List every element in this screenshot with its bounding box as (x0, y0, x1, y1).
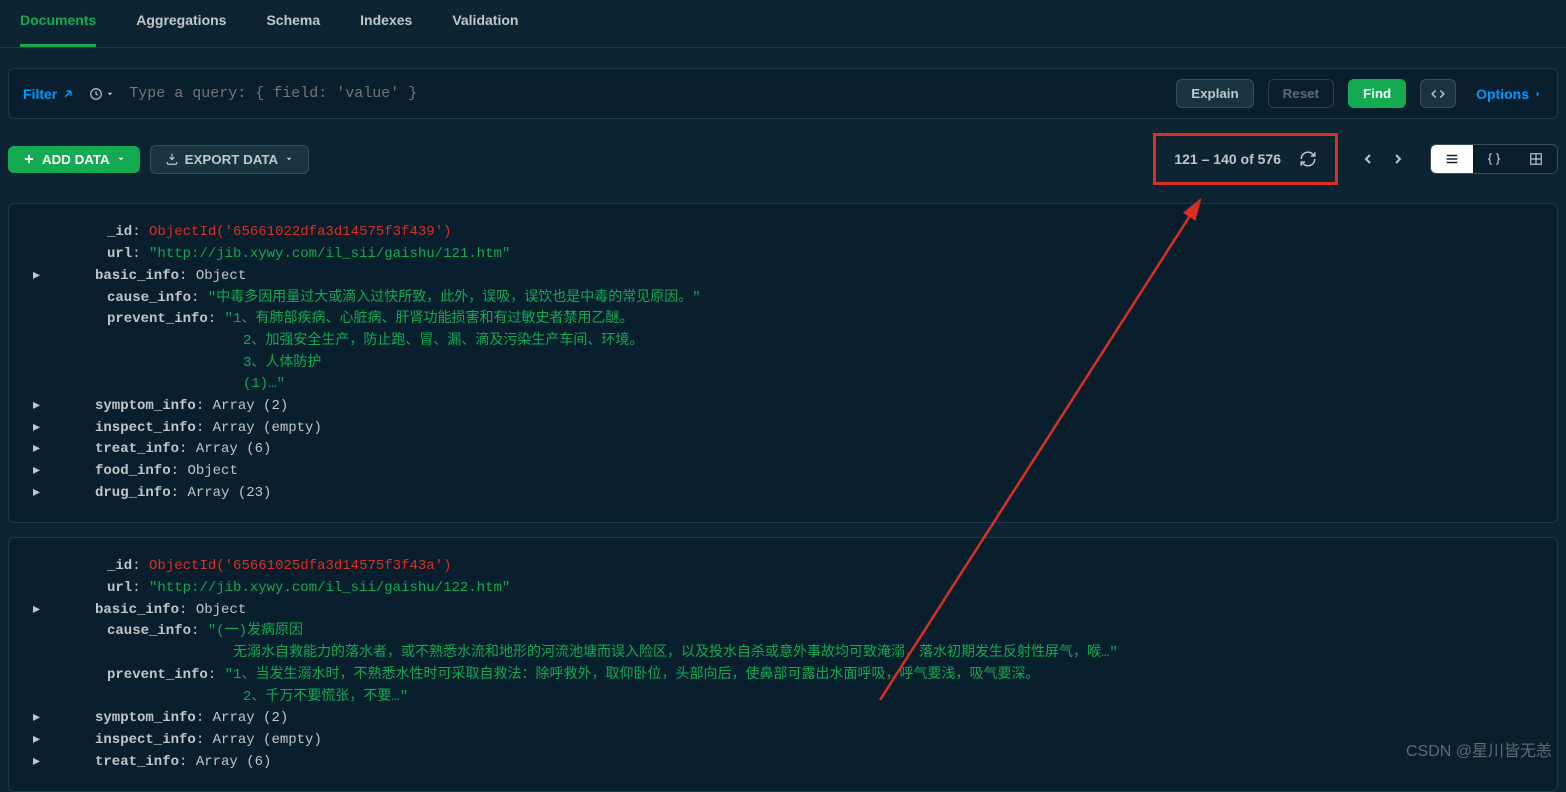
options-label: Options (1476, 86, 1529, 102)
pagination-text: 121 – 140 of 576 (1174, 151, 1281, 167)
field-value-cont: 2、加强安全生产，防止跑、冒、漏、滴及污染生产车间、环境。 (33, 331, 1533, 353)
field-type: Array (2) (213, 396, 289, 418)
expand-caret[interactable]: ▸ (33, 266, 45, 288)
field-value-cont: (1)…" (33, 374, 1533, 396)
tab-indexes[interactable]: Indexes (360, 12, 412, 47)
field-value-cont: 无溺水自救能力的落水者，或不熟悉水流和地形的河流池塘而误入险区，以及投水自杀或意… (33, 643, 1533, 665)
pagination-box: 121 – 140 of 576 (1153, 133, 1338, 185)
expand-caret[interactable]: ▸ (33, 600, 45, 622)
plus-icon (22, 152, 36, 166)
tab-validation[interactable]: Validation (452, 12, 518, 47)
chevron-right-icon (1533, 89, 1543, 99)
documents-toolbar: ADD DATA EXPORT DATA 121 – 140 of 576 (0, 119, 1566, 199)
field-type: Array (23) (187, 483, 271, 505)
export-data-label: EXPORT DATA (185, 152, 279, 167)
field-value: "(一)发病原因 (208, 621, 303, 643)
field-key: treat_info (95, 439, 179, 461)
objectid-value: ObjectId('65661022dfa3d14575f3f439') (149, 222, 451, 244)
field-key: symptom_info (95, 708, 196, 730)
field-value-cont: 3、人体防护 (33, 353, 1533, 375)
chevron-down-icon (116, 154, 126, 164)
field-value: "1、有肺部疾病、心脏病、肝肾功能损害和有过敏史者禁用乙醚。 (225, 309, 634, 331)
view-json-button[interactable] (1473, 145, 1515, 173)
filter-link[interactable]: Filter (23, 86, 75, 102)
view-toggle (1430, 144, 1558, 174)
field-type: Array (6) (196, 752, 272, 774)
expand-caret[interactable]: ▸ (33, 730, 45, 752)
export-data-button[interactable]: EXPORT DATA (150, 145, 310, 174)
find-button[interactable]: Find (1348, 79, 1406, 108)
collection-tabs: Documents Aggregations Schema Indexes Va… (0, 0, 1566, 48)
field-key: food_info (95, 461, 171, 483)
field-key: url (107, 578, 132, 600)
field-key: basic_info (95, 266, 179, 288)
expand-caret[interactable]: ▸ (33, 708, 45, 730)
history-dropdown[interactable] (89, 87, 115, 101)
external-link-icon (61, 87, 75, 101)
add-data-button[interactable]: ADD DATA (8, 146, 140, 173)
field-key: treat_info (95, 752, 179, 774)
tab-schema[interactable]: Schema (266, 12, 320, 47)
next-page-icon[interactable] (1390, 151, 1406, 167)
expand-caret[interactable]: ▸ (33, 396, 45, 418)
field-key: _id (107, 222, 132, 244)
braces-icon (1487, 152, 1501, 166)
filter-label: Filter (23, 86, 57, 102)
chevron-down-icon (284, 154, 294, 164)
field-value: "1、当发生溺水时，不熟悉水性时可采取自救法：除呼救外，取仰卧位，头部向后，使鼻… (225, 665, 1040, 687)
code-toggle-button[interactable] (1420, 79, 1456, 108)
field-type: Object (196, 600, 246, 622)
field-type: Array (empty) (213, 730, 322, 752)
prev-page-icon[interactable] (1360, 151, 1376, 167)
list-icon (1445, 152, 1459, 166)
code-icon (1431, 87, 1445, 101)
export-icon (165, 152, 179, 166)
table-icon (1529, 152, 1543, 166)
filter-bar: Filter Explain Reset Find Options (8, 68, 1558, 119)
field-key: prevent_info (107, 309, 208, 331)
objectid-value: ObjectId('65661025dfa3d14575f3f43a') (149, 556, 451, 578)
add-data-label: ADD DATA (42, 152, 110, 167)
document-card: _id: ObjectId('65661025dfa3d14575f3f43a'… (8, 537, 1558, 792)
field-type: Object (187, 461, 237, 483)
options-link[interactable]: Options (1476, 86, 1543, 102)
field-key: cause_info (107, 621, 191, 643)
tab-documents[interactable]: Documents (20, 12, 96, 47)
field-value: "中毒多因用量过大或滴入过快所致，此外，误吸，误饮也是中毒的常见原因。" (208, 288, 701, 310)
field-key: prevent_info (107, 665, 208, 687)
field-value: "http://jib.xywy.com/il_sii/gaishu/122.h… (149, 578, 510, 600)
explain-button[interactable]: Explain (1176, 79, 1253, 108)
field-type: Array (2) (213, 708, 289, 730)
field-type: Object (196, 266, 246, 288)
field-key: inspect_info (95, 730, 196, 752)
expand-caret[interactable]: ▸ (33, 461, 45, 483)
field-key: drug_info (95, 483, 171, 505)
reset-button[interactable]: Reset (1268, 79, 1334, 108)
chevron-down-icon (105, 89, 115, 99)
expand-caret[interactable]: ▸ (33, 483, 45, 505)
field-key: inspect_info (95, 418, 196, 440)
expand-caret[interactable]: ▸ (33, 418, 45, 440)
field-key: basic_info (95, 600, 179, 622)
field-key: _id (107, 556, 132, 578)
refresh-icon[interactable] (1299, 150, 1317, 168)
expand-caret[interactable]: ▸ (33, 439, 45, 461)
view-list-button[interactable] (1431, 145, 1473, 173)
field-value: "http://jib.xywy.com/il_sii/gaishu/121.h… (149, 244, 510, 266)
tab-aggregations[interactable]: Aggregations (136, 12, 226, 47)
expand-caret[interactable]: ▸ (33, 752, 45, 774)
field-type: Array (6) (196, 439, 272, 461)
field-key: url (107, 244, 132, 266)
view-table-button[interactable] (1515, 145, 1557, 173)
watermark: CSDN @星川皆无恙 (1406, 737, 1552, 761)
field-type: Array (empty) (213, 418, 322, 440)
field-value-cont: 2、千万不要慌张，不要…" (33, 687, 1533, 709)
document-card: _id: ObjectId('65661022dfa3d14575f3f439'… (8, 203, 1558, 523)
field-key: symptom_info (95, 396, 196, 418)
field-key: cause_info (107, 288, 191, 310)
clock-icon (89, 87, 103, 101)
query-input[interactable] (129, 85, 1162, 102)
